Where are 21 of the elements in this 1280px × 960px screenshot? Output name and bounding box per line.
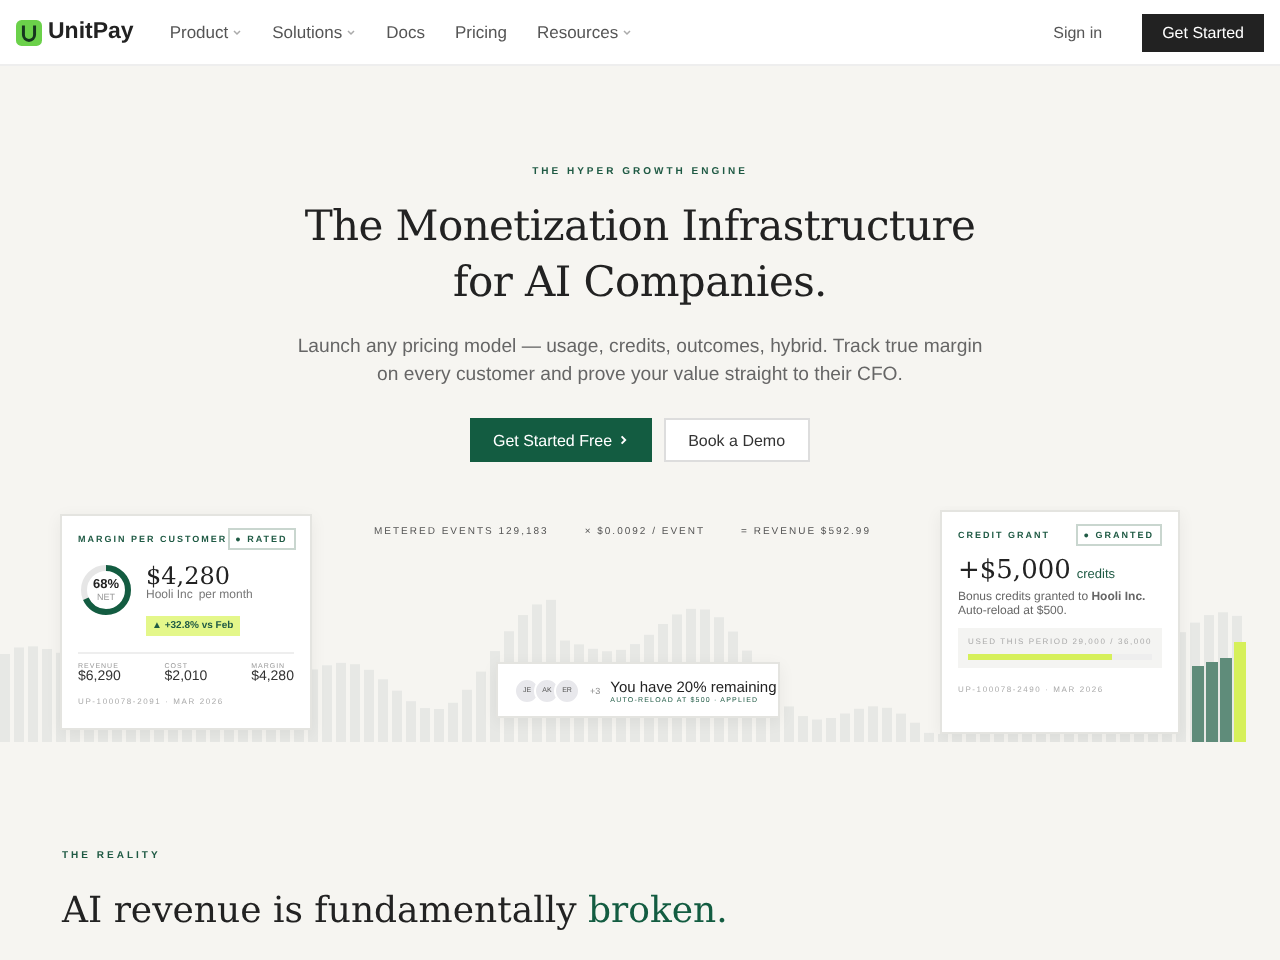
hero-subtitle: Launch any pricing model — usage, credits, outcomes, hybrid. Track true margin on every customer and prove your value straight to their CFO. <box>297 334 983 390</box>
logo-icon <box>16 19 42 45</box>
margin-amount: $4,280 <box>146 562 230 590</box>
hero-title: The Monetization Infrastructure for AI Companies. <box>304 200 976 310</box>
sign-in-link[interactable]: Sign in <box>1053 23 1103 41</box>
nav-link[interactable]: Docs <box>386 22 425 42</box>
margin-ring-chart <box>78 562 134 618</box>
nav-link[interactable]: Product <box>169 22 243 42</box>
nav-link[interactable]: Pricing <box>454 22 507 42</box>
nav-link[interactable]: Solutions <box>272 22 357 42</box>
get-started-free-button[interactable]: Get Started Free <box>470 418 653 462</box>
chevron-down-icon <box>622 27 633 37</box>
section-heading: AI revenue is fundamentally broken. <box>62 890 730 932</box>
credit-amount: +$5,000 <box>958 556 1071 586</box>
book-demo-button[interactable]: Book a Demo <box>664 418 810 462</box>
get-started-button[interactable]: Get Started <box>1142 13 1264 51</box>
chevron-down-icon <box>346 27 357 37</box>
nav-link[interactable]: Resources <box>536 22 633 42</box>
chevron-down-icon <box>232 27 243 37</box>
brand-name[interactable]: UnitPay <box>48 20 134 44</box>
chevron-right-icon <box>618 434 631 446</box>
